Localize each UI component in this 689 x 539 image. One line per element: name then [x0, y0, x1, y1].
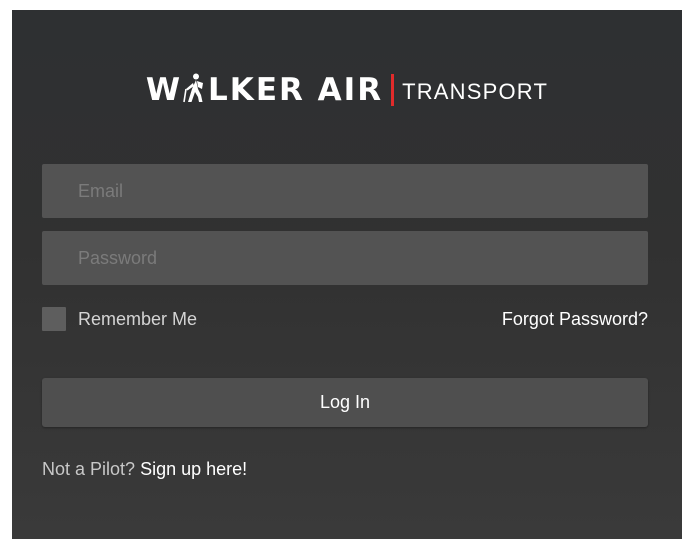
remember-me-checkbox[interactable] — [42, 307, 66, 331]
logo-subtitle: TRANSPORT — [402, 79, 549, 104]
remember-me-label: Remember Me — [78, 308, 198, 329]
login-panel: W LKER AIR TRANSPORT Remember Me Forgot Pa… — [12, 10, 682, 539]
remember-me-toggle[interactable]: Remember Me — [42, 307, 197, 331]
logo: W LKER AIR TRANSPORT — [12, 72, 682, 108]
signup-row: Not a Pilot? Sign up here! — [42, 459, 247, 480]
logo-wordmark-part2: LKER AIR — [208, 72, 384, 108]
email-field[interactable] — [42, 164, 648, 218]
signup-prompt: Not a Pilot? — [42, 459, 136, 479]
hiker-icon — [183, 73, 207, 103]
logo-wordmark-part1: W — [145, 72, 183, 108]
logo-divider — [391, 74, 395, 106]
login-button[interactable]: Log In — [42, 378, 648, 427]
signup-link[interactable]: Sign up here! — [140, 459, 247, 479]
password-field[interactable] — [42, 231, 648, 285]
logo-wordmark: W LKER AIR — [146, 72, 383, 108]
forgot-password-link[interactable]: Forgot Password? — [502, 309, 648, 330]
